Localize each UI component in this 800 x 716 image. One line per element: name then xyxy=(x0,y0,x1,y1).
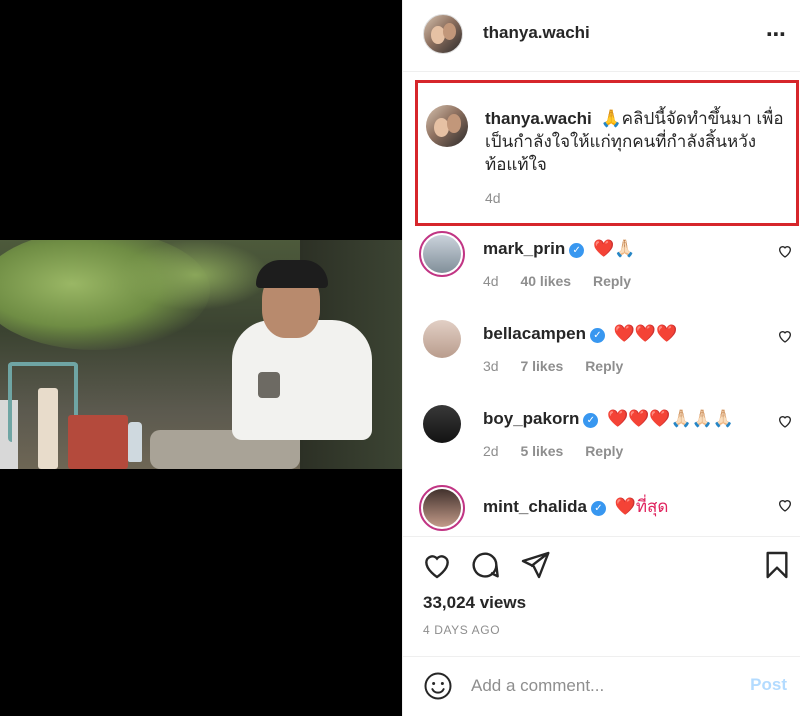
comment-likes[interactable]: 7 likes xyxy=(520,358,563,374)
view-count[interactable]: 33,024 views xyxy=(423,593,526,613)
video-frame[interactable] xyxy=(0,240,402,469)
comment-likes[interactable]: 5 likes xyxy=(520,443,563,459)
comment-item: bellacampen ✓ ❤️❤️❤️ 3d 7 likes Reply xyxy=(403,316,800,400)
avatar[interactable] xyxy=(419,401,465,447)
comment-item: mint_chalida ✓ ❤️ที่สุด xyxy=(403,485,800,535)
comment-username[interactable]: mark_prin xyxy=(483,239,565,258)
pendant xyxy=(258,372,280,398)
comment-line: boy_pakorn ✓ ❤️❤️❤️🙏🏻🙏🏻🙏🏻 xyxy=(483,409,734,429)
post-username[interactable]: thanya.wachi xyxy=(483,23,590,43)
verified-badge-icon: ✓ xyxy=(583,413,599,428)
comment-meta: 4d 40 likes Reply xyxy=(483,273,649,289)
emoji-icon[interactable] xyxy=(423,671,453,701)
action-bar: 33,024 views 4 DAYS AGO xyxy=(403,536,800,656)
verified-badge-icon: ✓ xyxy=(569,243,585,258)
comment-text: ❤️❤️❤️🙏🏻🙏🏻🙏🏻 xyxy=(607,409,735,428)
like-comment-heart-icon[interactable] xyxy=(777,243,793,259)
comment-time[interactable]: 3d xyxy=(483,358,499,374)
comment-username[interactable]: bellacampen xyxy=(483,324,586,343)
comment-item: boy_pakorn ✓ ❤️❤️❤️🙏🏻🙏🏻🙏🏻 2d 5 likes Repl… xyxy=(403,401,800,485)
comment-time[interactable]: 4d xyxy=(483,273,499,289)
like-comment-heart-icon[interactable] xyxy=(777,497,793,513)
comment-line: mark_prin ✓ ❤️🙏🏻 xyxy=(483,239,635,259)
comment-item: mark_prin ✓ ❤️🙏🏻 4d 40 likes Reply xyxy=(403,231,800,315)
foliage xyxy=(120,240,270,310)
bookmark-icon[interactable] xyxy=(761,549,793,581)
comment-username[interactable]: mint_chalida xyxy=(483,497,587,516)
caption-avatar[interactable] xyxy=(426,105,468,147)
share-icon[interactable] xyxy=(519,549,551,581)
comment-text: ❤️ที่สุด xyxy=(614,497,669,516)
add-comment-bar: Post xyxy=(403,656,800,716)
reply-button[interactable]: Reply xyxy=(585,443,623,459)
avatar[interactable] xyxy=(419,316,465,362)
reply-button[interactable]: Reply xyxy=(593,273,631,289)
post-media[interactable] xyxy=(0,0,402,716)
comment-meta: 2d 5 likes Reply xyxy=(483,443,641,459)
verified-badge-icon: ✓ xyxy=(590,501,606,516)
comment-username[interactable]: boy_pakorn xyxy=(483,409,579,428)
red-stool xyxy=(68,415,128,469)
post-button[interactable]: Post xyxy=(750,675,787,695)
person-cap xyxy=(256,260,328,288)
more-options-icon[interactable]: ⋯ xyxy=(766,22,787,47)
post-panel: thanya.wachi ⋯ thanya.wachi 🙏คลิปนี้จัดท… xyxy=(402,0,800,716)
like-comment-heart-icon[interactable] xyxy=(777,413,793,429)
post-timestamp[interactable]: 4 DAYS AGO xyxy=(423,623,500,637)
avatar[interactable] xyxy=(419,485,465,531)
avatar[interactable] xyxy=(419,231,465,277)
caption: thanya.wachi 🙏คลิปนี้จัดทำขึ้นมา เพื่อเป… xyxy=(485,107,790,176)
heart-icon[interactable] xyxy=(421,549,453,581)
comment-text: ❤️🙏🏻 xyxy=(592,239,636,258)
avatar[interactable] xyxy=(423,14,463,54)
like-comment-heart-icon[interactable] xyxy=(777,328,793,344)
comment-text: ❤️❤️❤️ xyxy=(613,324,678,343)
person-shirt xyxy=(232,320,372,440)
comment-line: bellacampen ✓ ❤️❤️❤️ xyxy=(483,324,677,344)
comment-input[interactable] xyxy=(471,673,731,699)
verified-badge-icon: ✓ xyxy=(590,328,605,343)
water-bottle xyxy=(128,422,142,462)
post-header: thanya.wachi ⋯ xyxy=(403,0,800,72)
comment-time[interactable]: 2d xyxy=(483,443,499,459)
comment-likes[interactable]: 40 likes xyxy=(520,273,571,289)
comment-line: mint_chalida ✓ ❤️ที่สุด xyxy=(483,493,668,520)
caption-username[interactable]: thanya.wachi xyxy=(485,109,592,128)
caption-timestamp[interactable]: 4d xyxy=(485,190,501,206)
comment-meta: 3d 7 likes Reply xyxy=(483,358,641,374)
caption-highlight: thanya.wachi 🙏คลิปนี้จัดทำขึ้นมา เพื่อเป… xyxy=(415,80,799,226)
comment-icon[interactable] xyxy=(469,549,501,581)
reply-button[interactable]: Reply xyxy=(585,358,623,374)
